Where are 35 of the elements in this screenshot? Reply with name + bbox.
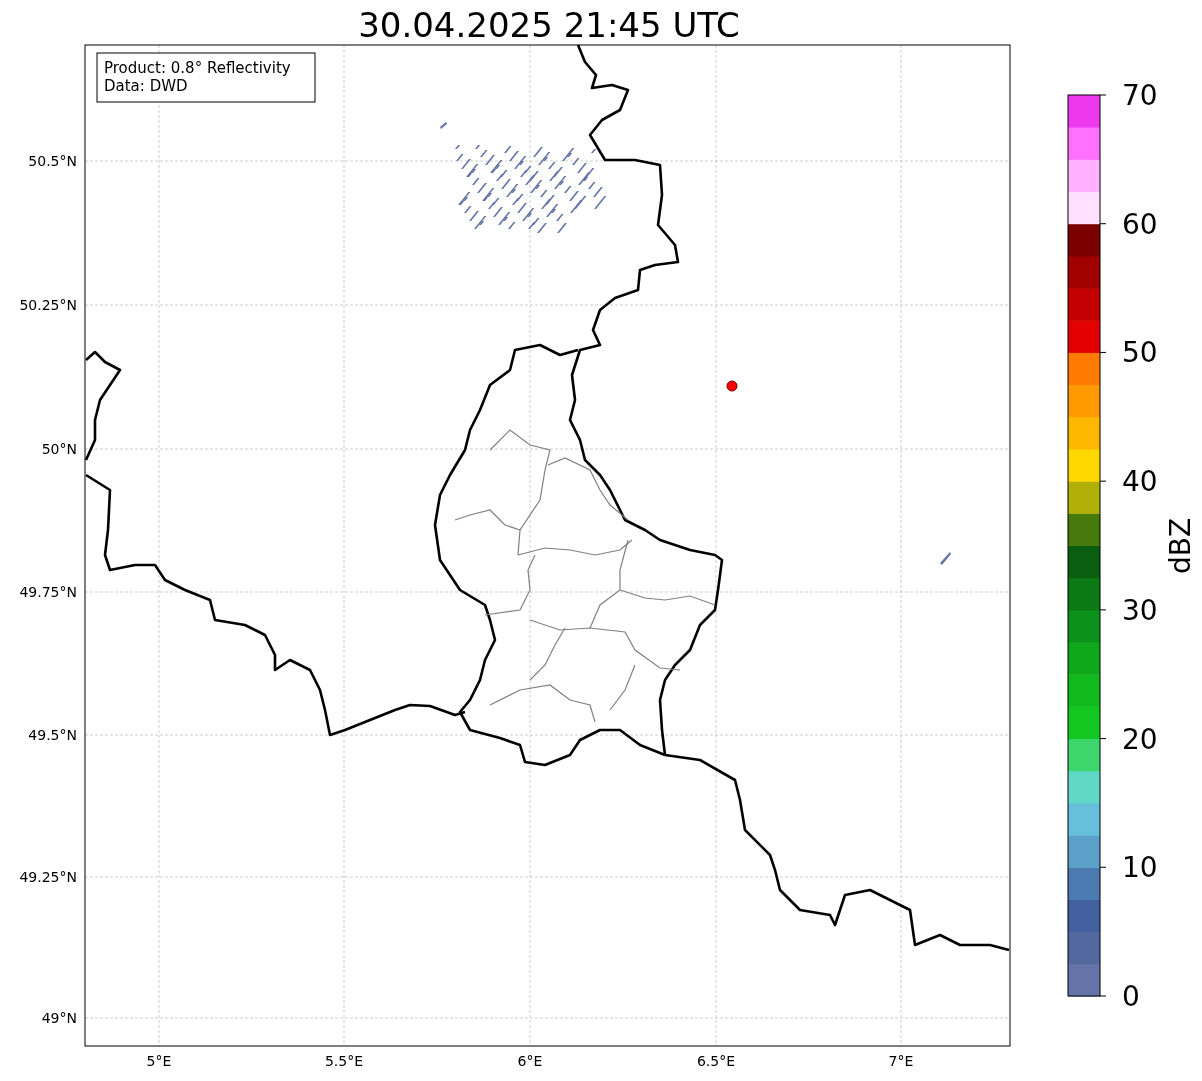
tick-mark (1099, 480, 1107, 482)
colorbar-label: dBZ (1164, 517, 1197, 575)
info-text: Product: 0.8° Reflectivity (104, 59, 291, 77)
radar-echo-drawing (940, 552, 951, 565)
radar-site-marker (726, 380, 738, 392)
colorbar-tick-label: 40 (1122, 465, 1158, 499)
tick-mark (1099, 223, 1107, 225)
longitude-label: 6.5°E (696, 1053, 736, 1069)
latitude-label: 49.5°N (28, 727, 77, 743)
colorbar-tick-label: 60 (1122, 207, 1158, 241)
colorbar-tick-label: 50 (1122, 336, 1158, 370)
latitude-label: 50.5°N (28, 153, 77, 169)
latitude-label: 50.25°N (19, 297, 77, 313)
tick-mark (1099, 94, 1107, 96)
longitude-label: 5.5°E (324, 1053, 364, 1069)
latitude-label: 49.25°N (19, 869, 77, 885)
colorbar-tick-label: 20 (1122, 722, 1158, 756)
colorbar-tick-label: 30 (1122, 593, 1158, 627)
chart-title: 30.04.2025 21:45 UTC (358, 5, 740, 45)
tick-mark (1099, 738, 1107, 740)
colorbar-tick-label: 10 (1122, 851, 1158, 885)
tick-mark (1099, 609, 1107, 611)
info-text: Data: DWD (104, 77, 188, 95)
longitude-label: 6°E (517, 1053, 543, 1069)
colorbar-tick-label: 0 (1122, 980, 1140, 1013)
longitude-label: 7°E (888, 1053, 914, 1069)
latitude-label: 49.75°N (19, 584, 77, 600)
tick-mark (1099, 866, 1107, 868)
colorbar-tick-label: 70 (1122, 79, 1158, 112)
latitude-label: 50°N (41, 441, 77, 457)
radar-echo-drawing (440, 122, 447, 129)
tick-mark (1099, 995, 1107, 997)
longitude-label: 5°E (146, 1053, 172, 1069)
latitude-label: 49°N (41, 1010, 77, 1026)
tick-mark (1099, 351, 1107, 353)
